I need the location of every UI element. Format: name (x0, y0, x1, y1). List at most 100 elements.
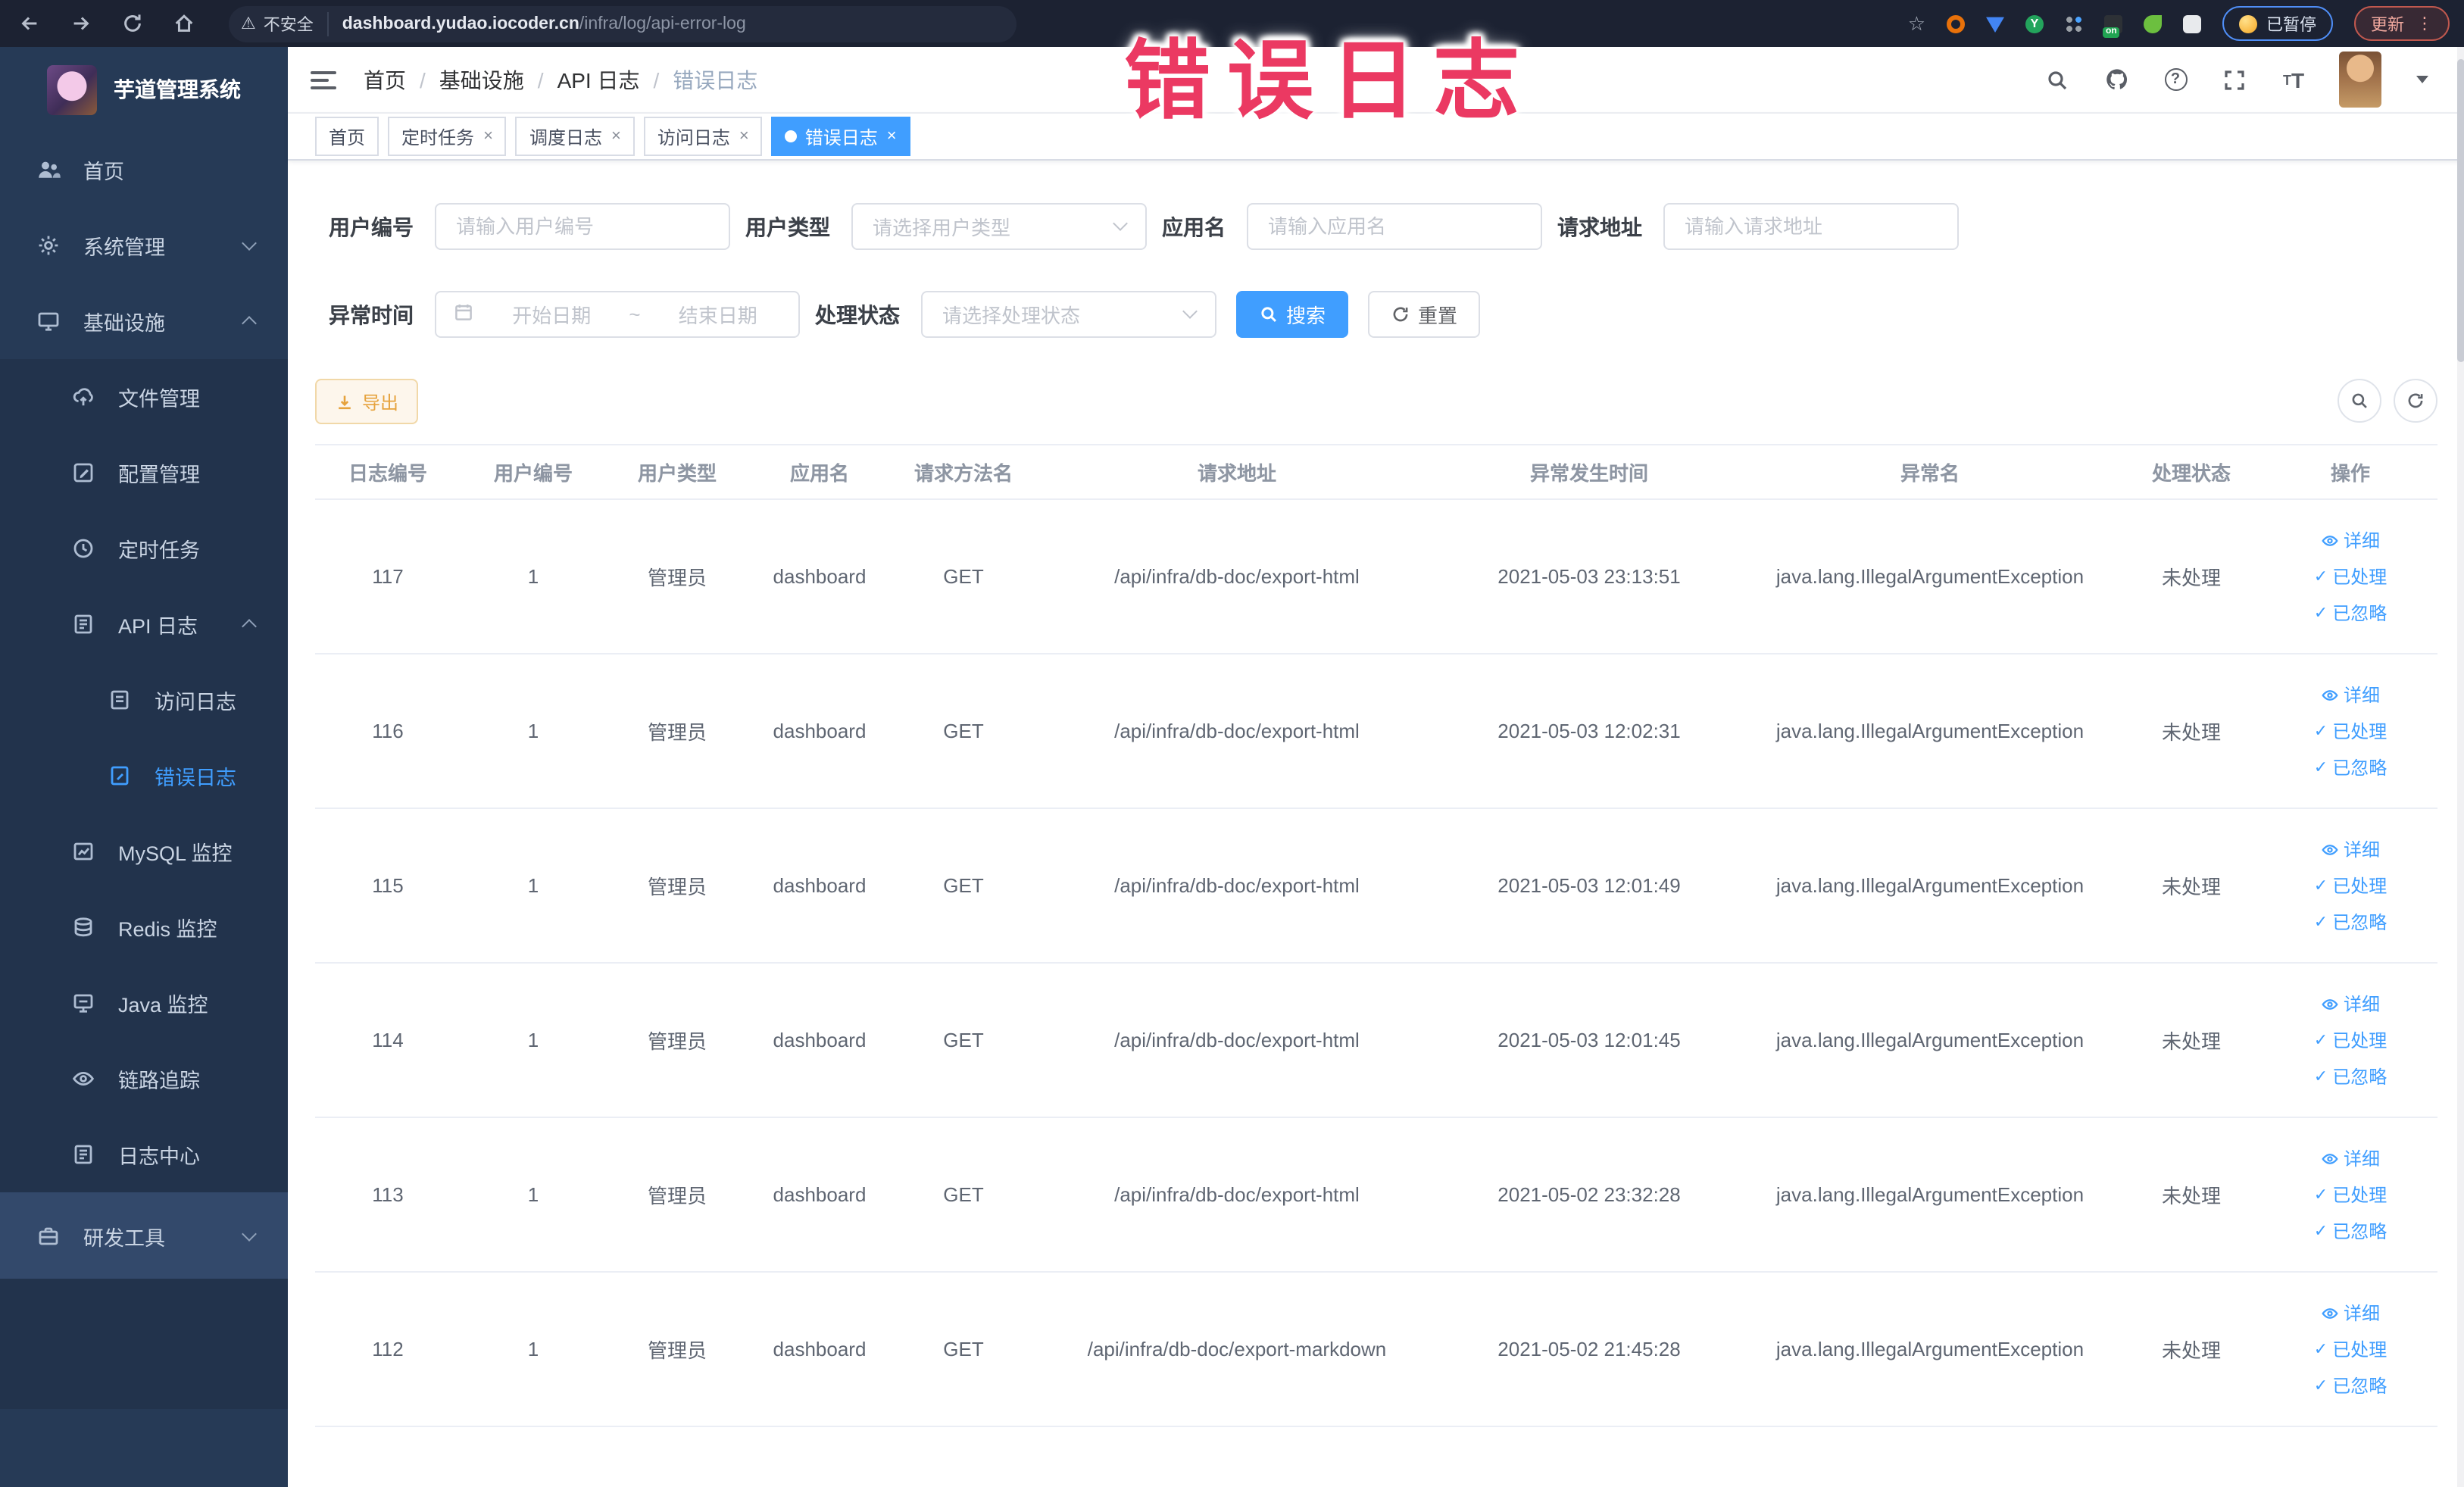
check-icon: ✓ (2313, 759, 2328, 777)
sidebar-item-tracing[interactable]: 链路追踪 (0, 1041, 288, 1117)
sidebar-item-system[interactable]: 系统管理 (0, 208, 288, 283)
paused-badge[interactable]: 已暂停 (2222, 6, 2333, 41)
exception-time-label: 异常时间 (329, 302, 414, 326)
close-icon[interactable]: × (739, 127, 749, 145)
tab-access-log[interactable]: 访问日志 × (643, 117, 763, 156)
detail-link[interactable]: 详细 (2321, 682, 2380, 708)
refresh-button[interactable] (2394, 379, 2437, 423)
avatar-caret-icon[interactable] (2416, 76, 2428, 83)
processed-link[interactable]: ✓ 已处理 (2314, 1027, 2387, 1053)
sidebar-item-config-management[interactable]: 配置管理 (0, 435, 288, 511)
github-icon[interactable] (2103, 66, 2130, 93)
search-button[interactable]: 搜索 (1236, 291, 1349, 338)
fullscreen-icon[interactable] (2221, 66, 2248, 93)
eye-icon (2322, 535, 2338, 545)
hamburger-icon[interactable] (311, 70, 336, 89)
logo-image (47, 64, 97, 114)
detail-link[interactable]: 详细 (2321, 1300, 2380, 1326)
breadcrumb-infra[interactable]: 基础设施 (439, 64, 524, 95)
chevron-down-icon (242, 1226, 257, 1241)
eye-icon (2322, 844, 2338, 854)
close-icon[interactable]: × (483, 127, 493, 145)
close-icon[interactable]: × (887, 127, 897, 145)
export-button[interactable]: 导出 (315, 379, 419, 424)
sidebar-item-java-monitor[interactable]: Java 监控 (0, 965, 288, 1041)
avatar[interactable] (2339, 52, 2381, 108)
extension-icon[interactable] (1947, 14, 1965, 33)
sidebar-item-error-log[interactable]: 错误日志 (0, 738, 288, 814)
font-size-icon[interactable]: TT (2280, 66, 2307, 93)
sidebar-item-log-center[interactable]: 日志中心 (0, 1117, 288, 1192)
ignored-link[interactable]: ✓ 已忽略 (2314, 1218, 2387, 1244)
sidebar-item-mysql-monitor[interactable]: MySQL 监控 (0, 814, 288, 889)
extension-icon[interactable] (2065, 14, 2083, 33)
processed-link[interactable]: ✓ 已处理 (2314, 718, 2387, 744)
processed-link[interactable]: ✓ 已处理 (2314, 1336, 2387, 1362)
processed-link[interactable]: ✓ 已处理 (2314, 564, 2387, 589)
sidebar-item-infra[interactable]: 基础设施 (0, 283, 288, 359)
check-icon: ✓ (2313, 568, 2328, 586)
sidebar-item-home[interactable]: 首页 (0, 132, 288, 208)
date-range-picker[interactable]: 开始日期 ~ 结束日期 (435, 291, 800, 338)
extension-icon[interactable] (2144, 14, 2162, 33)
help-icon[interactable]: ? (2162, 66, 2189, 93)
check-icon: ✓ (2313, 604, 2328, 623)
page-scrollbar[interactable] (2457, 47, 2464, 1487)
ignored-link[interactable]: ✓ 已忽略 (2314, 1064, 2387, 1089)
table-row: 115 1 管理员 dashboard GET /api/infra/db-do… (315, 808, 2437, 964)
sidebar-item-scheduled-jobs[interactable]: 定时任务 (0, 511, 288, 586)
menu-kebab-icon[interactable]: ⋮ (2416, 14, 2433, 33)
processed-link[interactable]: ✓ 已处理 (2314, 1182, 2387, 1207)
request-url-input[interactable] (1663, 203, 1959, 250)
extension-icon[interactable]: Y (2025, 14, 2044, 33)
sidebar-item-file-management[interactable]: 文件管理 (0, 359, 288, 435)
breadcrumb-home[interactable]: 首页 (364, 64, 406, 95)
tab-home[interactable]: 首页 (315, 117, 379, 156)
user-type-select[interactable]: 请选择用户类型 (851, 203, 1147, 250)
sidebar-item-dev-tools[interactable]: 研发工具 (0, 1192, 288, 1279)
extension-icon[interactable] (1986, 17, 2004, 33)
security-chip[interactable]: ⚠ 不安全 (241, 11, 329, 36)
breadcrumb-api-log[interactable]: API 日志 (557, 64, 640, 95)
tab-error-log[interactable]: 错误日志 × (771, 117, 910, 156)
check-icon: ✓ (2313, 1377, 2328, 1395)
process-status-select[interactable]: 请选择处理状态 (921, 291, 1216, 338)
browser-reload-icon[interactable] (121, 12, 144, 35)
detail-link[interactable]: 详细 (2321, 527, 2380, 553)
browser-forward-icon[interactable] (70, 12, 92, 35)
address-bar[interactable]: ⚠ 不安全 dashboard.yudao.iocoder.cn/infra/l… (229, 5, 1017, 42)
close-icon[interactable]: × (611, 127, 621, 145)
ignored-link[interactable]: ✓ 已忽略 (2314, 909, 2387, 935)
user-id-input[interactable] (435, 203, 730, 250)
sidebar-item-api-log[interactable]: API 日志 (0, 586, 288, 662)
sidebar-item-redis-monitor[interactable]: Redis 监控 (0, 889, 288, 965)
detail-link[interactable]: 详细 (2321, 836, 2380, 862)
check-icon: ✓ (2313, 1032, 2328, 1050)
sidebar-item-access-log[interactable]: 访问日志 (0, 662, 288, 738)
user-id-label: 用户编号 (329, 214, 414, 239)
search-icon[interactable] (2044, 66, 2071, 93)
extension-icon[interactable] (2103, 14, 2122, 37)
update-button[interactable]: 更新 ⋮ (2354, 6, 2450, 41)
check-icon: ✓ (2313, 723, 2328, 741)
extensions-puzzle-icon[interactable] (2183, 14, 2201, 33)
detail-link[interactable]: 详细 (2321, 1145, 2380, 1171)
ignored-link[interactable]: ✓ 已忽略 (2314, 600, 2387, 626)
detail-link[interactable]: 详细 (2321, 991, 2380, 1017)
toggle-search-button[interactable] (2338, 379, 2381, 423)
reset-button[interactable]: 重置 (1368, 291, 1481, 338)
ignored-link[interactable]: ✓ 已忽略 (2314, 754, 2387, 780)
col-exception-name: 异常名 (1741, 444, 2119, 500)
scrollbar-thumb[interactable] (2457, 59, 2464, 362)
app-name-input[interactable] (1247, 203, 1542, 250)
browser-back-icon[interactable] (18, 12, 41, 35)
tab-scheduled-jobs[interactable]: 定时任务 × (388, 117, 507, 156)
browser-home-icon[interactable] (173, 12, 195, 35)
ignored-link[interactable]: ✓ 已忽略 (2314, 1373, 2387, 1398)
processed-link[interactable]: ✓ 已处理 (2314, 873, 2387, 898)
app-logo[interactable]: 芋道管理系统 (0, 47, 288, 132)
tab-schedule-log[interactable]: 调度日志 × (515, 117, 635, 156)
bookmark-star-icon[interactable]: ☆ (1908, 11, 1925, 36)
col-actions: 操作 (2263, 444, 2437, 500)
cloud-upload-icon (71, 385, 95, 409)
